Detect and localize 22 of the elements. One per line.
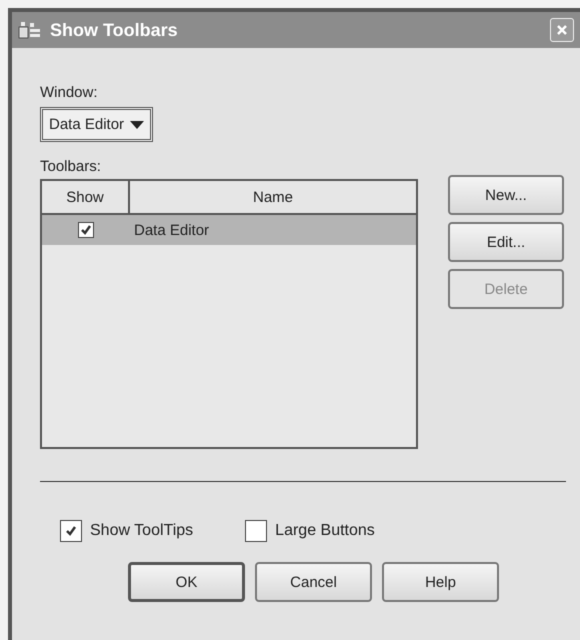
checkbox[interactable]: [245, 520, 268, 542]
side-button[interactable]: New...: [448, 175, 564, 215]
window-dropdown[interactable]: Data Editor: [40, 107, 154, 142]
window-title: Show Toolbars: [50, 20, 179, 40]
checkbox[interactable]: [78, 222, 94, 238]
side-button[interactable]: Edit...: [448, 222, 564, 262]
table-row[interactable]: Data Editor: [42, 215, 416, 245]
check-icon: [65, 525, 77, 537]
caret-icon: [130, 120, 144, 128]
close-button[interactable]: [550, 18, 574, 42]
toolbars-label: Toolbars:: [40, 158, 101, 175]
checkbox-label[interactable]: Show ToolTips: [90, 522, 194, 540]
table-cell-text: Data Editor: [133, 222, 210, 238]
dialog-button[interactable]: Cancel: [255, 562, 372, 602]
dialog-button[interactable]: OK: [128, 562, 245, 602]
checkbox[interactable]: [60, 520, 82, 542]
app-icon: [18, 21, 42, 39]
checkbox-label[interactable]: Large Buttons: [275, 522, 375, 540]
window-label: Window:: [40, 84, 98, 101]
check-icon: [80, 224, 92, 236]
dialog-button[interactable]: Help: [382, 562, 499, 602]
close-icon: [555, 23, 569, 37]
